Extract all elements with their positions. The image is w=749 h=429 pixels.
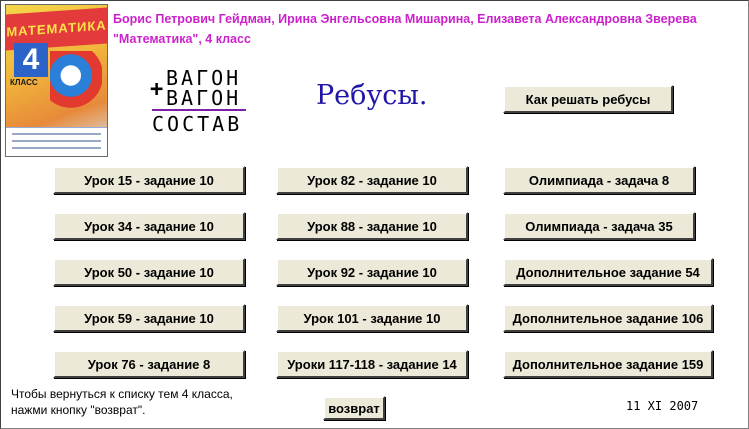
rebus-plus: + [150,77,164,102]
lesson-button[interactable]: Урок 15 - задание 10 [53,166,245,194]
lesson-button[interactable]: Урок 34 - задание 10 [53,212,245,240]
lesson-button[interactable]: Урок 88 - задание 10 [276,212,468,240]
lesson-button[interactable]: Урок 59 - задание 10 [53,304,245,332]
olympiad-button[interactable]: Олимпиада - задача 35 [503,212,695,240]
extra-task-button[interactable]: Дополнительное задание 159 [503,350,713,378]
rebus-result: СОСТАВ [152,112,243,136]
page-title: Ребусы. [316,80,428,111]
cover-illustration [50,51,102,121]
olympiad-button[interactable]: Олимпиада - задача 8 [503,166,695,194]
authors-line: Борис Петрович Гейдман, Ирина Энгельсовн… [113,12,697,26]
extra-task-button[interactable]: Дополнительное задание 106 [503,304,713,332]
lesson-button[interactable]: Уроки 117-118 - задание 14 [276,350,468,378]
lesson-button[interactable]: Урок 82 - задание 10 [276,166,468,194]
lesson-button[interactable]: Урок 92 - задание 10 [276,258,468,286]
rebus-illustration: + ВАГОН ВАГОН СОСТАВ [150,66,250,136]
back-button[interactable]: возврат [323,396,385,420]
cover-grade-label: КЛАСС [10,78,38,87]
lesson-button[interactable]: Урок 76 - задание 8 [53,350,245,378]
date-label: 11 XI 2007 [626,399,699,413]
rebus-line-2: ВАГОН [166,86,242,110]
return-hint: Чтобы вернуться к списку тем 4 класса, н… [11,386,233,418]
return-hint-line-1: Чтобы вернуться к списку тем 4 класса, [11,387,233,401]
lesson-button[interactable]: Урок 101 - задание 10 [276,304,468,332]
how-to-solve-button[interactable]: Как решать ребусы [503,85,673,113]
rebus-sum-line [152,109,246,111]
cover-grade: 4 [14,43,48,77]
header-authors: Борис Петрович Гейдман, Ирина Энгельсовн… [113,9,743,49]
cover-bottom-strip [6,127,107,156]
extra-task-button[interactable]: Дополнительное задание 54 [503,258,713,286]
lesson-button[interactable]: Урок 50 - задание 10 [53,258,245,286]
book-cover-image: МАТЕМАТИКА 4 КЛАСС [5,4,108,157]
book-line: "Математика", 4 класс [113,32,251,46]
return-hint-line-2: нажми кнопку "возврат". [11,403,146,417]
